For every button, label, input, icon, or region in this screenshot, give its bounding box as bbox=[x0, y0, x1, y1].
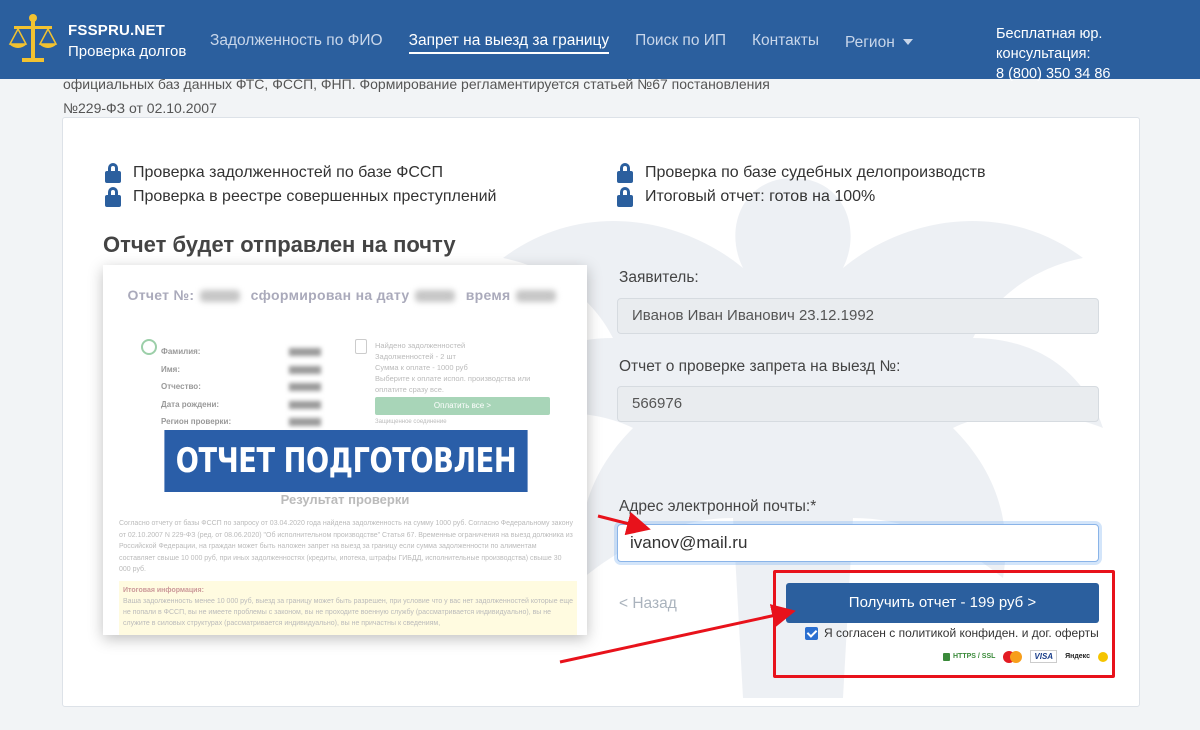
preview-field-label: Отчество: bbox=[161, 382, 201, 391]
https-label: HTTPS / SSL bbox=[953, 653, 996, 660]
https-badge: HTTPS / SSL bbox=[943, 652, 996, 661]
preview-header-part: сформирован на дату bbox=[250, 287, 410, 303]
preview-field-row: Отчество: bbox=[161, 378, 321, 396]
nav-link-debt-by-name[interactable]: Задолженность по ФИО bbox=[210, 32, 383, 54]
preview-debt-line: Сумма к оплате - 1000 руб bbox=[375, 363, 468, 372]
brand-subtitle[interactable]: Проверка долгов bbox=[68, 43, 186, 60]
preview-field-row: Регион проверки: bbox=[161, 413, 321, 431]
visa-icon: VISA bbox=[1030, 650, 1058, 663]
intro-text: официальных баз данных ФТС, ФССП, ФНП. Ф… bbox=[63, 72, 823, 120]
lock-icon bbox=[943, 652, 950, 661]
blurred-value bbox=[289, 383, 321, 391]
back-link[interactable]: < Назад bbox=[619, 595, 677, 613]
preview-field-label: Дата рождени: bbox=[161, 399, 220, 409]
preview-debt-line: оплатите сразу все. bbox=[375, 385, 444, 394]
check-item-label: Проверка по базе судебных делопроизводст… bbox=[645, 164, 986, 181]
lock-icon bbox=[617, 163, 633, 183]
report-card: Проверка задолженностей по базе ФССП Про… bbox=[62, 117, 1140, 707]
document-icon bbox=[355, 339, 367, 354]
email-field[interactable]: ivanov@mail.ru bbox=[617, 524, 1099, 562]
applicant-field[interactable]: Иванов Иван Иванович 23.12.1992 bbox=[617, 298, 1099, 334]
check-item: Проверка в реестре совершенных преступле… bbox=[105, 185, 496, 209]
preview-field-label: Имя: bbox=[161, 364, 180, 374]
lock-icon bbox=[105, 163, 121, 183]
preview-field-row: Фамилия: bbox=[161, 343, 321, 361]
check-item: Проверка задолженностей по базе ФССП bbox=[105, 161, 496, 185]
report-preview-image: Отчет №: сформирован на дату время Фамил… bbox=[103, 265, 587, 635]
preview-debt-line: Задолженностей - 2 шт bbox=[375, 352, 456, 361]
blurred-value bbox=[289, 418, 321, 426]
preview-field-label: Регион проверки: bbox=[161, 417, 232, 426]
consultation-phone[interactable]: 8 (800) 350 34 86 bbox=[996, 64, 1196, 84]
preview-summary: Итоговая информация: Ваша задолженность … bbox=[119, 581, 577, 635]
scales-logo-icon[interactable] bbox=[8, 12, 58, 66]
nav-links: Задолженность по ФИО Запрет на выезд за … bbox=[210, 32, 939, 54]
blurred-value bbox=[289, 400, 321, 409]
mastercard-icon bbox=[1003, 650, 1023, 663]
agreement-label: Я согласен с политикой конфиден. и дог. … bbox=[824, 626, 1099, 640]
email-label: Адрес электронной почты:* bbox=[619, 498, 817, 515]
preview-debt-line: Найдено задолженностей bbox=[375, 341, 466, 350]
nav-region-dropdown[interactable]: Регион bbox=[845, 32, 913, 54]
brand-name[interactable]: FSSPRU.NET bbox=[68, 22, 165, 39]
report-number-label: Отчет о проверке запрета на выезд №: bbox=[619, 358, 901, 375]
blurred-value bbox=[289, 348, 321, 356]
preview-summary-title: Итоговая информация: bbox=[123, 587, 204, 594]
preview-secure-note: Защищенное соединение bbox=[375, 419, 447, 425]
get-report-button[interactable]: Получить отчет - 199 руб > bbox=[786, 583, 1099, 623]
blurred-value bbox=[516, 290, 557, 303]
preview-header-part: Отчет №: bbox=[127, 287, 195, 303]
preview-field-row: Дата рождени: bbox=[161, 396, 321, 414]
lock-icon bbox=[105, 187, 121, 207]
preview-field-row: Имя: bbox=[161, 361, 321, 379]
lock-icon bbox=[617, 187, 633, 207]
nav-region-label: Регион bbox=[844, 34, 895, 51]
magnifier-icon bbox=[141, 339, 157, 355]
payment-badges: HTTPS / SSL VISA Яндекс bbox=[943, 650, 1108, 663]
applicant-label: Заявитель: bbox=[619, 269, 699, 286]
preview-debt-info: Найдено задолженностей Задолженностей - … bbox=[375, 340, 555, 395]
yandex-coin-icon bbox=[1097, 651, 1108, 662]
top-navbar: FSSPRU.NET Проверка долгов Задолженность… bbox=[0, 0, 1200, 82]
check-item: Проверка по базе судебных делопроизводст… bbox=[617, 161, 985, 185]
nav-link-travel-ban[interactable]: Запрет на выезд за границу bbox=[408, 32, 610, 54]
preview-result-title: Результат проверки bbox=[280, 492, 410, 507]
preview-summary-text: Ваша задолженность менее 10 000 руб, вые… bbox=[123, 598, 574, 627]
checks-right: Проверка по базе судебных делопроизводст… bbox=[617, 161, 985, 209]
checks-left: Проверка задолженностей по базе ФССП Про… bbox=[105, 161, 496, 209]
check-item: Итоговый отчет: готов на 100% bbox=[617, 185, 985, 209]
check-item-label: Проверка в реестре совершенных преступле… bbox=[133, 188, 497, 205]
preview-fields: Фамилия: Имя: Отчество: Дата рождени: Ре… bbox=[161, 343, 321, 431]
preview-header: Отчет №: сформирован на дату время bbox=[103, 287, 587, 303]
agreement-checkbox[interactable] bbox=[805, 626, 818, 640]
blurred-value bbox=[200, 290, 241, 303]
report-title: Отчет будет отправлен на почту bbox=[103, 232, 456, 257]
check-item-label: Проверка задолженностей по базе ФССП bbox=[133, 164, 443, 181]
nav-link-search-ip[interactable]: Поиск по ИП bbox=[635, 32, 726, 54]
preview-paragraph: Согласно отчету от базы ФССП по запросу … bbox=[119, 520, 573, 573]
preview-field-label: Фамилия: bbox=[161, 347, 201, 356]
preview-debt-line: Выберите к оплате испол. производства ил… bbox=[375, 374, 531, 383]
consultation-info: Бесплатная юр. консультация: 8 (800) 350… bbox=[996, 24, 1196, 84]
report-number-field[interactable]: 566976 bbox=[617, 386, 1099, 422]
consultation-label: Бесплатная юр. консультация: bbox=[996, 26, 1103, 62]
nav-link-contacts[interactable]: Контакты bbox=[752, 32, 819, 54]
chevron-down-icon bbox=[902, 39, 913, 45]
preview-header-part: время bbox=[465, 287, 511, 303]
check-item-label: Итоговый отчет: готов на 100% bbox=[645, 188, 876, 205]
yandex-money-label: Яндекс bbox=[1065, 653, 1090, 660]
preview-pay-button: Оплатить все > bbox=[375, 397, 550, 415]
blurred-value bbox=[289, 365, 321, 374]
agreement-checkbox-row[interactable]: Я согласен с политикой конфиден. и дог. … bbox=[805, 626, 1099, 640]
blurred-value bbox=[415, 290, 456, 303]
report-ready-banner: ОТЧЕТ ПОДГОТОВЛЕН bbox=[164, 430, 528, 492]
